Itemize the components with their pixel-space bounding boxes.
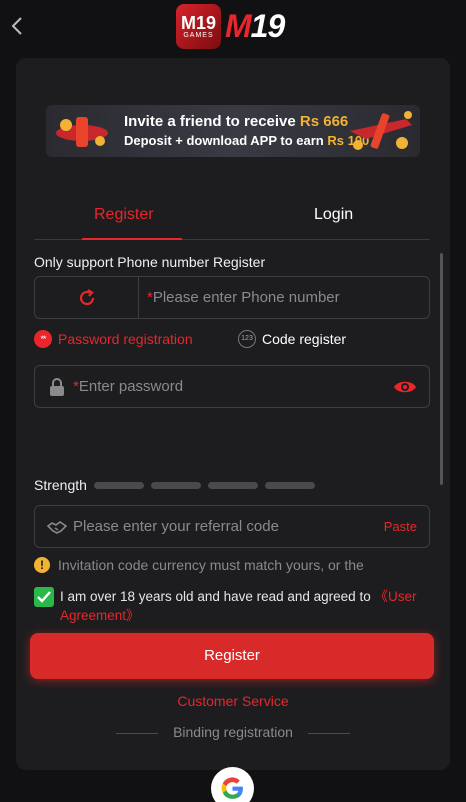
lock-icon [50,378,64,396]
logo-wordmark-m: M [225,8,252,44]
password-input[interactable]: *Enter password [73,378,183,395]
banner-line-2-text: Deposit + download APP to earn [124,133,324,148]
mode-code-register[interactable]: 123 Code register [238,330,346,348]
currency-notice: ! Invitation code currency must match yo… [34,554,404,576]
password-field[interactable]: *Enter password [34,365,430,408]
handshake-icon [47,521,67,534]
mode-password-registration[interactable]: ** Password registration [34,330,193,348]
logo-badge-subtext: GAMES [183,32,214,39]
password-placeholder: Enter password [78,378,184,395]
phone-input[interactable]: *Please enter Phone number [147,289,340,306]
binding-registration-divider: Binding registration [116,724,350,744]
back-chevron-icon[interactable] [8,14,28,38]
google-login-button[interactable] [211,767,254,802]
top-bar: M19 GAMES M19 [0,0,466,56]
agreement-checkbox[interactable] [34,587,54,607]
register-panel: Invite a friend to receive Rs 666 Deposi… [16,58,450,802]
referral-field[interactable]: Please enter your referral code Paste [34,505,430,548]
scrollbar[interactable] [440,253,443,485]
phone-placeholder: Please enter Phone number [152,289,340,306]
logo-wordmark-num: 19 [250,8,286,44]
coins-airplane-icon [350,111,412,150]
form-scroll-area[interactable]: Only support Phone number Register *Plea… [16,241,450,802]
banner-line-1: Invite a friend to receive Rs 666 [124,113,348,130]
refresh-icon[interactable] [77,288,97,308]
brand-logo: M19 GAMES M19 [176,4,286,49]
eye-icon[interactable] [393,378,417,396]
phone-field[interactable]: *Please enter Phone number [34,276,430,319]
logo-badge: M19 GAMES [176,4,221,49]
strength-bar [208,482,258,489]
banner-line-1-text: Invite a friend to receive [124,113,296,130]
register-button[interactable]: Register [30,633,434,679]
strength-meter [94,482,315,489]
mode-password-label: Password registration [58,331,193,347]
mode-code-label: Code register [262,331,347,347]
google-icon [221,777,243,799]
strength-bar [151,482,201,489]
auth-tabs: Register Login [34,198,430,240]
tab-login[interactable]: Login [314,206,353,224]
registration-mode-selector: ** Password registration 123 Code regist… [34,329,430,353]
logo-wordmark: M19 [225,8,286,45]
country-code-selector[interactable] [35,277,139,318]
strength-bar [94,482,144,489]
promo-banner[interactable]: Invite a friend to receive Rs 666 Deposi… [46,105,420,157]
warning-icon: ! [34,557,50,573]
paste-button[interactable]: Paste [384,519,417,534]
agreement-text: I am over 18 years old and have read and… [60,587,430,625]
banner-line-2: Deposit + download APP to earn Rs 100 [124,133,369,148]
notice-text: Invitation code currency must match your… [58,557,364,573]
banner-line-1-amount: Rs 666 [299,113,349,130]
customer-service-link[interactable]: Customer Service [16,693,450,709]
referral-input[interactable]: Please enter your referral code [73,518,279,535]
check-icon [37,591,51,603]
strength-bar [265,482,315,489]
code-mode-badge: 123 [238,330,256,348]
section-title: Only support Phone number Register [34,254,266,270]
password-mode-badge: ** [34,330,52,348]
agreement-row: I am over 18 years old and have read and… [34,585,430,625]
airplane-icon [56,117,108,147]
strength-label: Strength [34,477,87,493]
logo-badge-text: M19 [180,13,216,33]
tab-register[interactable]: Register [94,206,154,224]
agreement-label: I am over 18 years old and have read and… [60,589,375,604]
active-tab-indicator [82,238,182,240]
